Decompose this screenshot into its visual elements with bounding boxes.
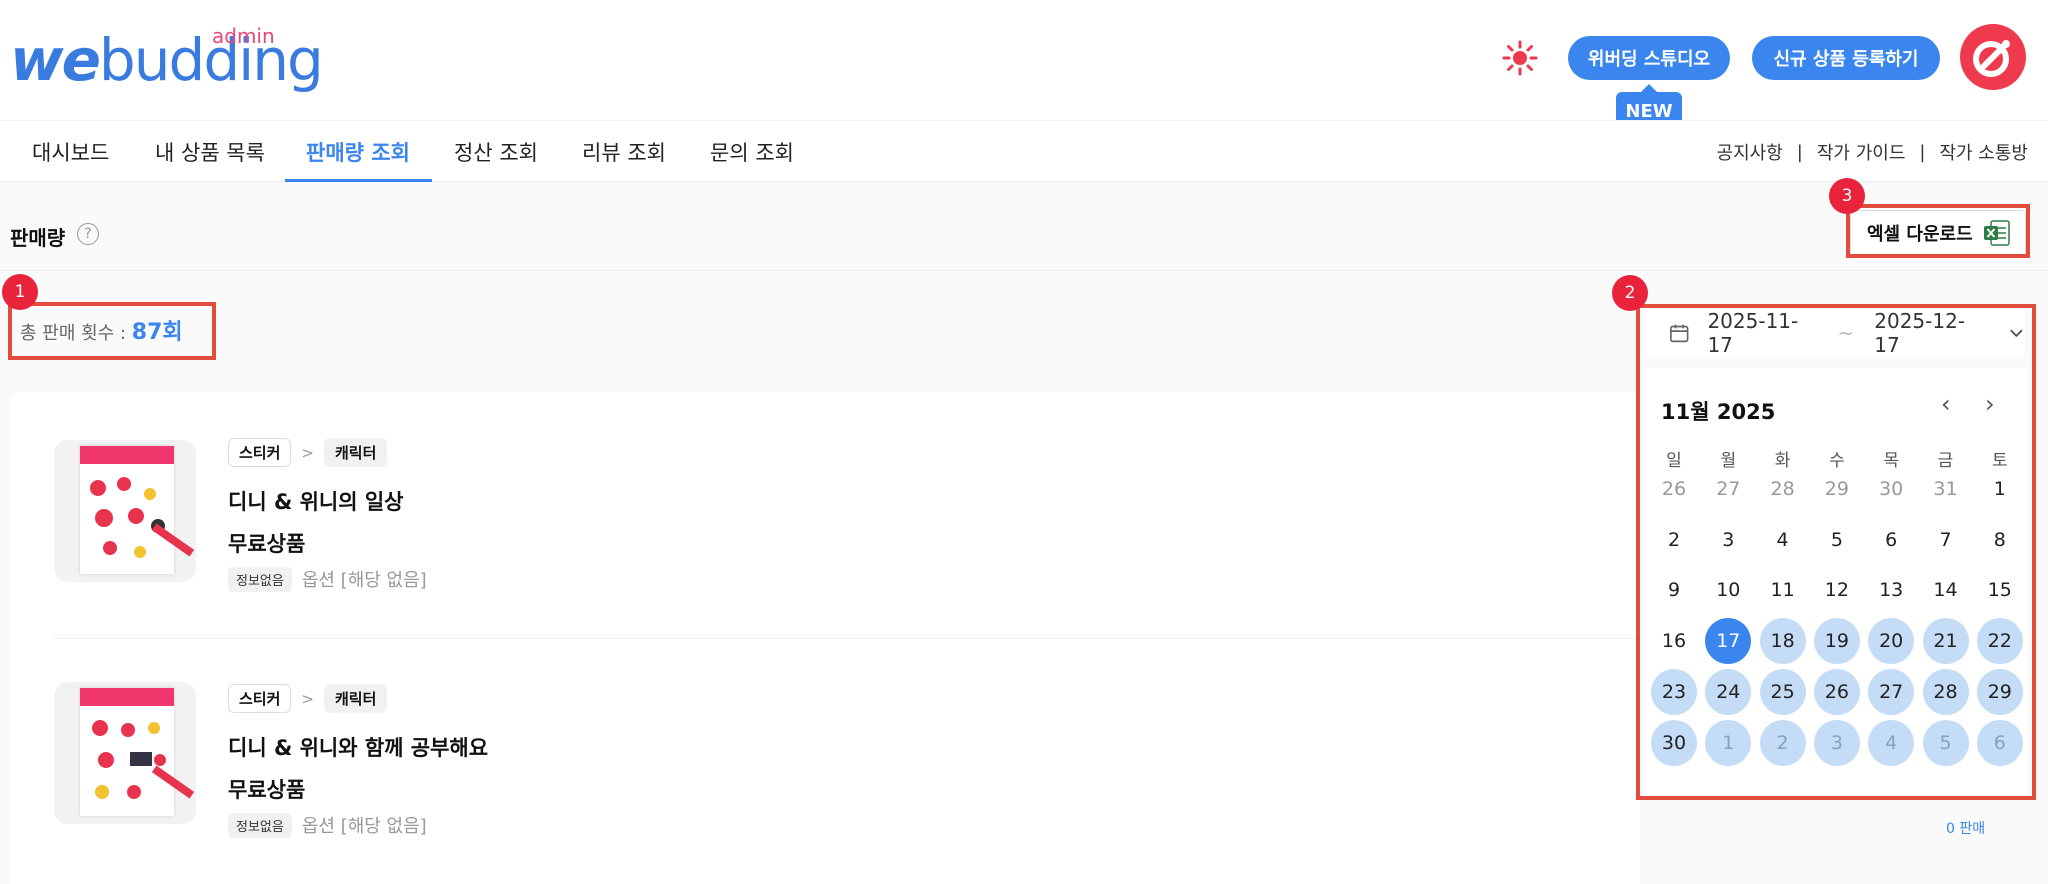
category-breadcrumb: 스티커 > 캐릭터 [228,684,388,713]
info-chip: 정보없음 [228,566,292,592]
product-thumbnail[interactable] [54,440,196,582]
active-tab-indicator [285,179,432,182]
product-price: 무료상품 [228,532,306,556]
category-breadcrumb: 스티커 > 캐릭터 [228,438,388,467]
product-name[interactable]: 디니 & 위니의 일상 [228,486,404,516]
product-thumbnail[interactable] [54,682,196,824]
logo-we: we [10,26,101,94]
subcategory-chip: 캐릭터 [323,438,388,467]
annotation-badge-3: 3 [1829,178,1865,214]
tab-my-products[interactable]: 내 상품 목록 [155,121,265,183]
tab-sales[interactable]: 판매량 조회 [306,121,410,183]
sticker-characters-icon [92,720,166,799]
annotation-badge-2: 2 [1612,275,1648,311]
row-divider [54,638,1644,639]
avatar[interactable] [1960,24,2026,90]
logo-admin: admin [212,24,275,48]
breadcrumb-separator: > [301,443,314,462]
annotation-box-excel [1846,204,2030,258]
sticker-sheet-image [80,446,174,574]
nav-separator: | [1796,141,1803,163]
logo-budding: budding [98,26,324,94]
annotation-box-total [8,302,216,360]
option-text: 옵션 [해당 없음] [301,816,427,837]
theme-toggle-sun-icon[interactable] [1502,40,1538,76]
product-name[interactable]: 디니 & 위니와 함께 공부해요 [228,732,488,762]
guide-link[interactable]: 작가 가이드 [1817,139,1906,165]
community-link[interactable]: 작가 소통방 [1939,139,2028,165]
sticker-characters-icon [90,477,165,558]
studio-button[interactable]: 위버딩 스튜디오 [1568,36,1730,80]
nav-links: 공지사항 | 작가 가이드 | 작가 소통방 [1717,121,2028,183]
profile-logo-icon [1973,40,2010,77]
tab-reviews[interactable]: 리뷰 조회 [582,121,666,183]
product-list: 스티커 > 캐릭터 디니 & 위니의 일상 무료상품 정보없음 옵션 [해당 없… [10,392,1644,884]
tab-dashboard[interactable]: 대시보드 [32,121,109,183]
option-text: 옵션 [해당 없음] [301,570,427,591]
category-chip: 스티커 [228,438,292,467]
product-option-row: 정보없음 옵션 [해당 없음] [228,812,427,838]
annotation-box-date [1636,304,2036,800]
tab-inquiries[interactable]: 문의 조회 [710,121,794,183]
help-icon[interactable]: ? [77,223,99,245]
product-option-row: 정보없음 옵션 [해당 없음] [228,566,427,592]
divider [0,270,2048,271]
sticker-sheet-image [80,688,174,816]
annotation-badge-1: 1 [2,274,38,310]
nav-separator: | [1919,141,1926,163]
sales-count: 0 판매 [1946,821,1986,837]
subcategory-chip: 캐릭터 [323,684,388,713]
notice-link[interactable]: 공지사항 [1717,139,1783,165]
product-price: 무료상품 [228,778,306,802]
category-chip: 스티커 [228,684,292,713]
main-nav: 대시보드 내 상품 목록 판매량 조회 정산 조회 리뷰 조회 문의 조회 공지… [0,120,2048,182]
breadcrumb-separator: > [301,689,314,708]
page-title: 판매량 [10,226,66,250]
info-chip: 정보없음 [228,812,292,838]
register-product-button[interactable]: 신규 상품 등록하기 [1752,36,1940,80]
tab-settlement[interactable]: 정산 조회 [454,121,538,183]
top-header: webudding admin 위버딩 스튜디오 NEW 신규 상품 등록하기 [0,0,2048,130]
